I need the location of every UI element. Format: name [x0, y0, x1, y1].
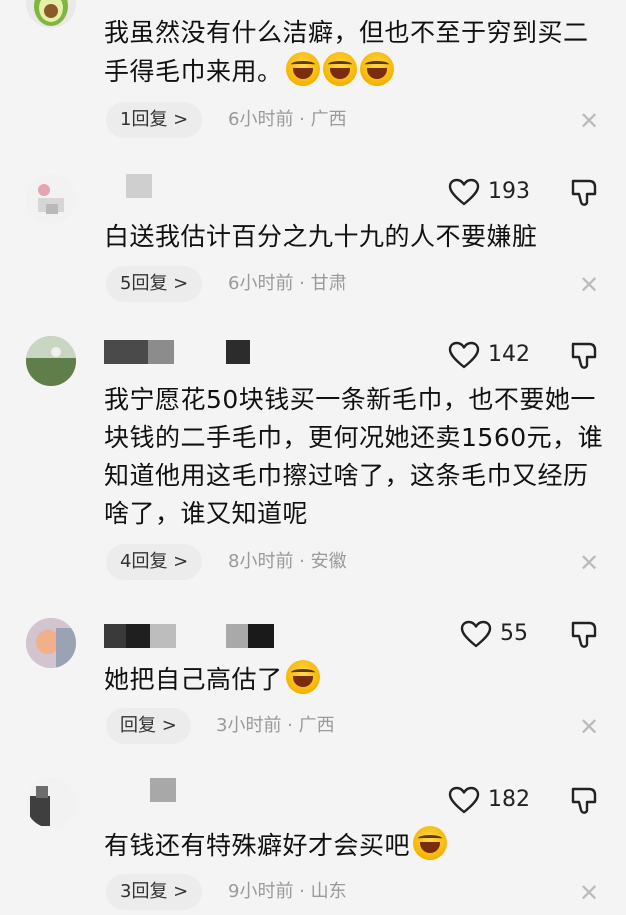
- close-icon[interactable]: ✕: [578, 881, 600, 905]
- avatar-image: [26, 336, 76, 386]
- comment-text: 白送我估计百分之九十九的人不要嫌脏: [104, 222, 538, 251]
- avatar-avocado-icon: [34, 0, 68, 26]
- username-obscured[interactable]: [104, 776, 284, 804]
- comment-text: 我虽然没有什么洁癖，但也不至于穷到买二手得毛巾来用。: [104, 18, 589, 86]
- laugh-emoji: [285, 52, 320, 86]
- reply-button[interactable]: 3回复 >: [106, 874, 203, 910]
- comment-text: 她把自己高估了: [104, 660, 604, 699]
- avatar[interactable]: [26, 618, 76, 668]
- like-button[interactable]: 182: [448, 786, 558, 816]
- heart-outline-icon: [448, 786, 480, 814]
- avatar[interactable]: [26, 174, 76, 224]
- thumbs-down-icon[interactable]: [568, 178, 600, 208]
- username-obscured[interactable]: [104, 338, 284, 366]
- laugh-emoji: [322, 52, 357, 86]
- close-icon[interactable]: ✕: [578, 551, 600, 575]
- thumbs-down-icon[interactable]: [568, 620, 600, 650]
- avatar-image: [38, 184, 64, 214]
- thumbs-down-icon[interactable]: [568, 786, 600, 816]
- close-icon[interactable]: ✕: [578, 109, 600, 133]
- close-icon[interactable]: ✕: [578, 273, 600, 297]
- reply-button[interactable]: 1回复 >: [106, 102, 203, 138]
- timestamp-location: 6小时前 · 甘肃: [228, 273, 347, 294]
- like-count: 142: [488, 342, 530, 367]
- laugh-emoji: [359, 52, 394, 86]
- like-count: 55: [500, 621, 528, 646]
- heart-outline-icon: [460, 620, 492, 648]
- avatar[interactable]: [26, 336, 76, 386]
- avatar[interactable]: [26, 0, 76, 28]
- like-button[interactable]: 193: [448, 178, 558, 208]
- heart-outline-icon: [448, 178, 480, 206]
- avatar[interactable]: [26, 778, 76, 828]
- timestamp-location: 6小时前 · 广西: [228, 109, 347, 130]
- username-obscured[interactable]: [104, 172, 284, 200]
- avatar-image: [26, 778, 76, 828]
- reply-button[interactable]: 4回复 >: [106, 544, 203, 580]
- like-button[interactable]: 55: [460, 620, 570, 650]
- comment-text: 我宁愿花50块钱买一条新毛巾，也不要她一块钱的二手毛巾，更何况她还卖1560元，…: [104, 385, 604, 528]
- timestamp-location: 3小时前 · 广西: [216, 715, 335, 736]
- avatar-image: [26, 618, 76, 668]
- comment-text: 有钱还有特殊癖好才会买吧: [104, 826, 604, 865]
- like-button[interactable]: 142: [448, 341, 558, 371]
- close-icon[interactable]: ✕: [578, 715, 600, 739]
- heart-outline-icon: [448, 341, 480, 369]
- laugh-emoji: [413, 826, 448, 860]
- thumbs-down-icon[interactable]: [568, 341, 600, 371]
- like-count: 182: [488, 787, 530, 812]
- laugh-emoji: [285, 660, 320, 694]
- like-count: 193: [488, 179, 530, 204]
- reply-button[interactable]: 回复 >: [106, 708, 191, 744]
- timestamp-location: 8小时前 · 安徽: [228, 551, 347, 572]
- reply-button[interactable]: 5回复 >: [106, 266, 203, 302]
- username-obscured[interactable]: [104, 622, 284, 650]
- timestamp-location: 9小时前 · 山东: [228, 881, 347, 902]
